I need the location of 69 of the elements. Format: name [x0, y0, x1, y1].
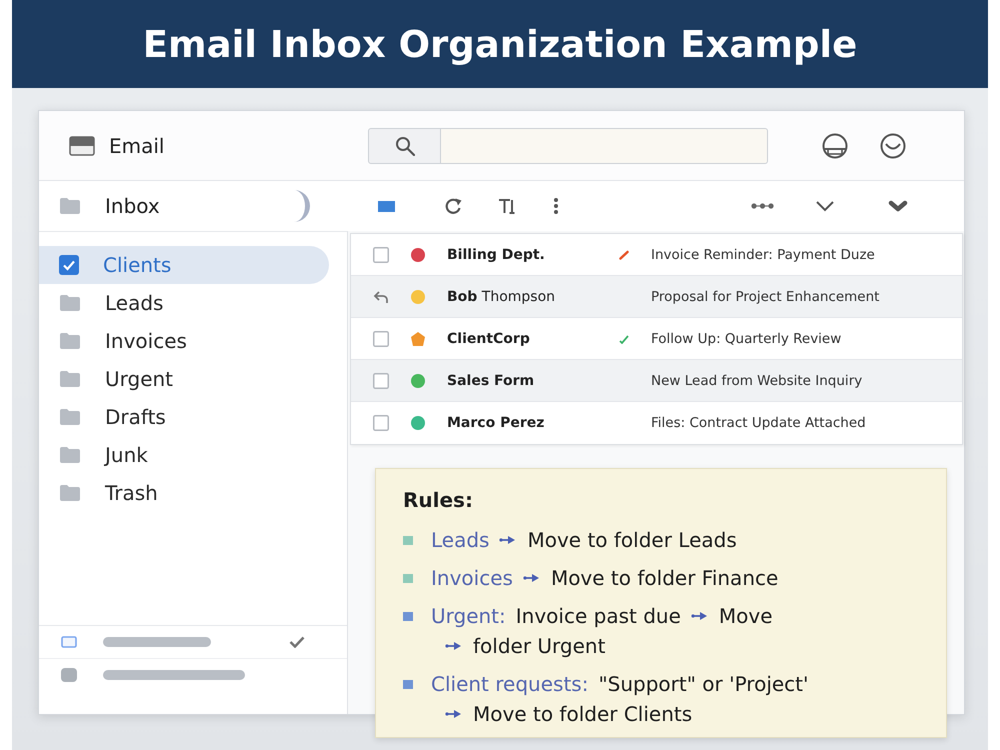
message-row[interactable]: Marco Perez Files: Contract Update Attached	[351, 402, 962, 444]
message-row[interactable]: Sales Form New Lead from Website Inquiry	[351, 360, 962, 402]
sender-name: Sales Form	[447, 372, 534, 388]
search-field[interactable]	[441, 128, 768, 164]
message-subject: Invoice Reminder: Payment Duze	[651, 246, 875, 262]
message-row[interactable]: Bob Thompson Proposal for Project Enhancement	[351, 276, 962, 318]
folder-icon	[59, 294, 81, 312]
folder-item[interactable]: Urgent	[39, 360, 329, 398]
text-icon[interactable]	[498, 197, 516, 215]
folder-icon	[59, 370, 81, 388]
rectangle-icon[interactable]	[378, 200, 395, 212]
more-vertical-icon[interactable]	[553, 197, 559, 215]
chevron-down-icon[interactable]	[815, 200, 835, 212]
caret-down-icon[interactable]	[888, 200, 908, 212]
sender-name: ClientCorp	[447, 330, 530, 346]
crescent-icon	[293, 189, 311, 223]
refresh-icon[interactable]	[444, 197, 462, 215]
app-title: Email	[109, 134, 164, 158]
checkbox-icon[interactable]	[373, 415, 389, 431]
checkbox-icon[interactable]	[373, 330, 389, 346]
folder-item[interactable]: Clients	[39, 246, 329, 284]
helmet-icon[interactable]	[821, 132, 849, 158]
arrow-icon	[445, 641, 461, 651]
arrow-icon	[445, 709, 461, 719]
message-subject: New Lead from Website Inquiry	[651, 372, 862, 388]
folder-item[interactable]: Junk	[39, 436, 329, 474]
folder-icon	[59, 446, 81, 464]
folder-icon	[59, 332, 81, 350]
message-row[interactable]: ClientCorp Follow Up: Quarterly Review	[351, 318, 962, 360]
tray-icon	[69, 136, 95, 156]
arrow-icon	[499, 535, 516, 545]
rule-keyword: Invoices	[431, 566, 513, 590]
checkbox-icon	[59, 255, 79, 275]
rule-action: Move to folder Clients	[473, 702, 692, 726]
message-row[interactable]: Billing Dept. Invoice Reminder: Payment Duze	[351, 234, 962, 276]
folder-icon	[59, 408, 81, 426]
folder-item[interactable]: Trash	[39, 474, 329, 512]
rule-action: Move to folder Leads	[527, 528, 737, 552]
folder-item[interactable]: Invoices	[39, 322, 329, 360]
rule-action: "Support" or 'Project'	[598, 672, 809, 696]
rule-action: Move	[718, 604, 773, 628]
inbox-label[interactable]: Inbox	[105, 194, 160, 218]
message-subject: Files: Contract Update Attached	[651, 415, 866, 431]
sender-name: Bob Thompson	[447, 288, 556, 304]
more-horizontal-icon[interactable]	[750, 203, 775, 209]
sender-name: Marco Perez	[447, 415, 544, 431]
page-title: Email Inbox Organization Example	[142, 22, 858, 66]
search-icon	[394, 136, 414, 156]
rule-keyword: Urgent:	[431, 604, 506, 628]
rule-action: Invoice past due	[516, 604, 681, 628]
arrow-icon	[522, 573, 539, 583]
checkbox-icon[interactable]	[373, 372, 389, 388]
sender-name: Billing Dept.	[447, 246, 545, 262]
rule-keyword: Leads	[431, 528, 490, 552]
rule-action: Move to folder Finance	[550, 566, 778, 590]
rule-action: folder Urgent	[473, 634, 606, 658]
rules-title: Rules:	[403, 487, 473, 513]
arrow-icon	[690, 611, 707, 621]
folder-icon	[59, 197, 81, 215]
folder-item[interactable]: Drafts	[39, 398, 329, 436]
message-subject: Proposal for Project Enhancement	[651, 288, 880, 304]
message-subject: Follow Up: Quarterly Review	[651, 330, 842, 346]
reply-icon[interactable]	[373, 290, 389, 304]
smiley-icon[interactable]	[879, 132, 907, 158]
folder-item[interactable]: Leads	[39, 284, 329, 322]
checkbox-icon[interactable]	[373, 246, 389, 262]
search-button[interactable]	[368, 128, 441, 164]
rule-keyword: Client requests:	[431, 672, 588, 696]
folder-icon	[59, 484, 81, 502]
